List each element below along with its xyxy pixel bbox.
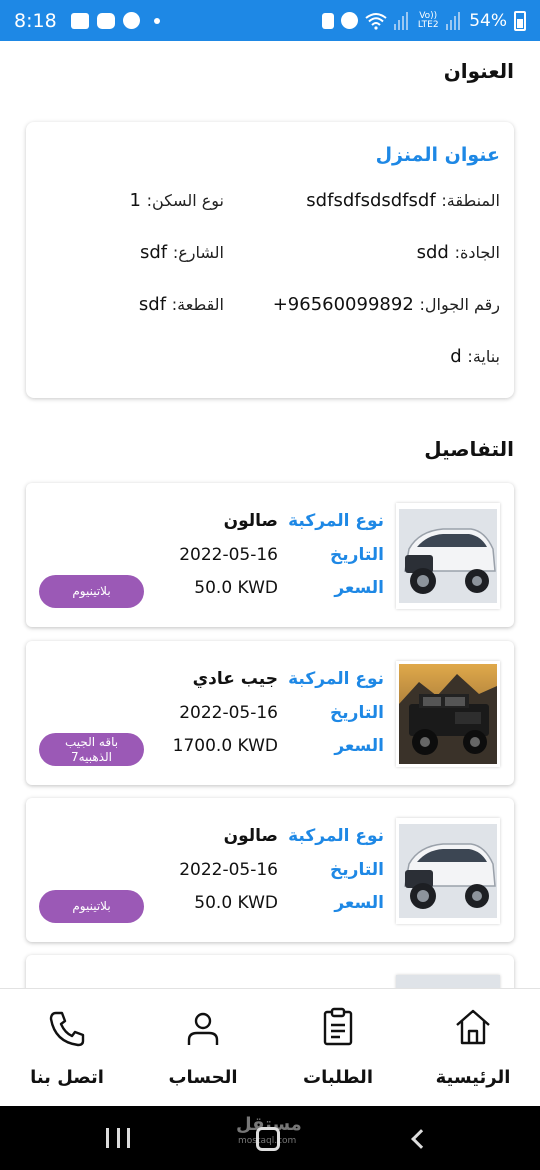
network-indicator: Vo)) LTE2 xyxy=(417,10,439,30)
white-suv-image xyxy=(396,975,500,988)
signal-icon xyxy=(446,11,461,30)
date-label: التاريخ xyxy=(330,860,384,880)
mobile-value: +96560099892 xyxy=(272,294,414,315)
nav-orders-label: الطلبات xyxy=(302,1067,373,1088)
home-icon xyxy=(456,1009,490,1045)
white-suv-image xyxy=(396,818,500,924)
status-time: 8:18 xyxy=(14,9,57,32)
details-section-title: التفاصيل xyxy=(424,437,514,461)
clipboard-icon xyxy=(323,1007,353,1046)
battery-icon xyxy=(514,10,526,31)
vehicle-type-label: نوع المركبة xyxy=(288,826,384,846)
nav-account-label: الحساب xyxy=(168,1067,238,1088)
building-value: d xyxy=(450,346,462,367)
system-nav-bar: مستقل mostaql.com xyxy=(0,1106,540,1170)
block-label: القطعة: xyxy=(171,295,224,314)
nav-orders[interactable]: الطلبات xyxy=(278,1007,398,1088)
area-field: المنطقة: sdfsdfsdsdfsdf xyxy=(306,190,500,211)
date-label: التاريخ xyxy=(330,545,384,565)
vehicle-type-value: جيب عادي xyxy=(192,669,278,689)
package-badge: بلاتينيوم xyxy=(39,890,144,923)
status-bar: 8:18 Vo)) LTE2 54% xyxy=(0,0,540,41)
vehicle-type-value: صالون xyxy=(223,826,278,846)
phone-icon xyxy=(49,1011,85,1047)
address-section-title: العنوان xyxy=(443,59,514,83)
dot-icon xyxy=(153,17,160,24)
date-value: 2022-05-16 xyxy=(179,703,278,723)
back-icon[interactable] xyxy=(411,1129,431,1149)
user-icon xyxy=(187,1012,219,1045)
image-icon xyxy=(70,12,89,29)
avenue-field: الجادة: sdd xyxy=(417,242,500,263)
mobile-label: رقم الجوال: xyxy=(419,295,500,314)
avenue-value: sdd xyxy=(416,242,449,263)
address-card: عنوان المنزل المنطقة: sdfsdfsdsdfsdf نوع… xyxy=(26,122,514,398)
nav-contact[interactable]: اتصل بنا xyxy=(7,1009,127,1088)
date-value: 2022-05-16 xyxy=(179,545,278,565)
street-value: sdf xyxy=(139,242,168,263)
residence-type-field: نوع السكن: 1 xyxy=(129,190,224,211)
date-label: التاريخ xyxy=(330,703,384,723)
order-card[interactable]: نوع المركبة صالون التاريخ 2022-05-16 الس… xyxy=(26,483,514,627)
street-label: الشارع: xyxy=(172,243,224,262)
residence-type-value: 1 xyxy=(129,190,141,211)
signal-icon xyxy=(394,11,409,30)
avenue-label: الجادة: xyxy=(454,243,500,262)
white-suv-image xyxy=(396,503,500,609)
vehicle-type-value: صالون xyxy=(223,511,278,531)
nav-home[interactable]: الرئيسية xyxy=(413,1007,533,1088)
main-content[interactable]: العنوان عنوان المنزل المنطقة: sdfsdfsdsd… xyxy=(0,41,540,988)
area-value: sdfsdfsdsdfsdf xyxy=(306,190,436,211)
date-value: 2022-05-16 xyxy=(179,860,278,880)
home-button-icon[interactable] xyxy=(256,1127,280,1151)
bottom-nav: الرئيسية الطلبات الحساب اتصل بنا xyxy=(0,988,540,1106)
price-label: السعر xyxy=(334,578,384,598)
price-value: 50.0 KWD xyxy=(194,893,278,913)
building-field: بناية: d xyxy=(450,346,500,367)
block-field: القطعة: sdf xyxy=(139,294,224,315)
price-label: السعر xyxy=(334,893,384,913)
price-label: السعر xyxy=(334,736,384,756)
street-field: الشارع: sdf xyxy=(140,242,224,263)
vehicle-type-label: نوع المركبة xyxy=(288,511,384,531)
order-card[interactable]: نوع المركبة جيب عادي التاريخ 2022-05-16 … xyxy=(26,641,514,785)
recents-icon[interactable] xyxy=(106,1128,130,1148)
order-card[interactable] xyxy=(26,955,514,988)
address-card-title: عنوان المنزل xyxy=(375,144,500,166)
package-badge: بلاتينيوم xyxy=(39,575,144,608)
vehicle-type-label: نوع المركبة xyxy=(288,669,384,689)
alarm-icon xyxy=(341,12,359,29)
compass-icon xyxy=(122,12,140,29)
mobile-field: رقم الجوال: +96560099892 xyxy=(273,294,500,315)
package-badge: باقه الجيب الذهبيه7 xyxy=(39,733,144,766)
youtube-icon xyxy=(96,12,115,29)
nav-contact-label: اتصل بنا xyxy=(30,1067,104,1088)
area-label: المنطقة: xyxy=(441,191,500,210)
black-jeep-image xyxy=(396,661,500,767)
battery-percent: 54% xyxy=(469,10,507,31)
lock-icon xyxy=(322,12,335,29)
building-label: بناية: xyxy=(467,347,500,366)
order-card[interactable]: نوع المركبة صالون التاريخ 2022-05-16 الس… xyxy=(26,798,514,942)
nav-home-label: الرئيسية xyxy=(435,1067,511,1088)
residence-type-label: نوع السكن: xyxy=(146,191,224,210)
wifi-icon xyxy=(365,12,387,30)
price-value: 50.0 KWD xyxy=(194,578,278,598)
block-value: sdf xyxy=(138,294,167,315)
price-value: 1700.0 KWD xyxy=(172,736,278,756)
nav-account[interactable]: الحساب xyxy=(143,1009,263,1088)
